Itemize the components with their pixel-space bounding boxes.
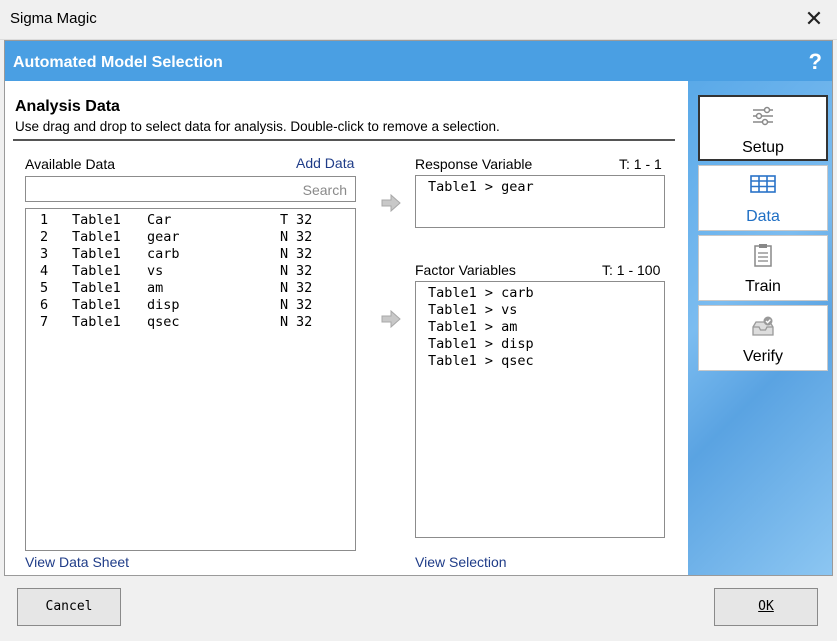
list-item-n: 7 <box>40 314 49 330</box>
dialog-frame: Automated Model Selection ? Analysis Dat… <box>4 40 833 576</box>
list-item-type: N <box>280 246 289 262</box>
list-item-col: gear <box>147 229 180 245</box>
nav-verify-label: Verify <box>742 348 783 365</box>
list-item-count: 32 <box>296 212 313 228</box>
section-description: Use drag and drop to select data for ana… <box>15 119 500 134</box>
selected-variable-item[interactable]: Table1 > carb <box>428 285 534 302</box>
list-item[interactable]: 1 Table1 Car T 32 <box>26 212 355 229</box>
list-item-col: vs <box>147 263 164 279</box>
cancel-button[interactable]: Cancel <box>17 588 121 626</box>
list-item-count: 32 <box>296 297 313 313</box>
list-item-type: N <box>280 263 289 279</box>
factor-variables-label: Factor Variables <box>415 262 516 278</box>
factor-range-label: T: 1 - 100 <box>602 262 661 278</box>
nav-verify-button[interactable]: Verify <box>698 305 828 371</box>
inbox-check-icon <box>752 316 774 336</box>
dialog-header: Automated Model Selection ? <box>5 41 832 81</box>
list-item-table: Table1 <box>72 246 121 262</box>
section-title: Analysis Data <box>15 98 120 115</box>
table-icon <box>750 175 776 193</box>
ok-button[interactable]: OK <box>714 588 818 626</box>
nav-train-button[interactable]: Train <box>698 235 828 301</box>
nav-train-label: Train <box>745 278 781 295</box>
move-to-factors-arrow-icon[interactable] <box>381 310 401 328</box>
list-item-col: carb <box>147 246 180 262</box>
list-item[interactable]: 5 Table1 am N 32 <box>26 280 355 297</box>
sliders-icon <box>753 106 773 126</box>
available-data-list[interactable]: 1 Table1 Car T 32 2 Table1 gear N 32 3 Table1 carb N 3… <box>25 208 356 551</box>
list-item[interactable]: 4 Table1 vs N 32 <box>26 263 355 280</box>
response-range-label: T: 1 - 1 <box>619 156 662 172</box>
dialog-title: Automated Model Selection <box>13 54 223 71</box>
view-data-sheet-link[interactable]: View Data Sheet <box>25 554 129 570</box>
list-item-col: qsec <box>147 314 180 330</box>
list-item-count: 32 <box>296 280 313 296</box>
main-panel: Analysis Data Use drag and drop to selec… <box>5 81 688 575</box>
response-variable-label: Response Variable <box>415 156 533 172</box>
list-item-count: 32 <box>296 263 313 279</box>
list-item-table: Table1 <box>72 280 121 296</box>
list-item-table: Table1 <box>72 229 121 245</box>
list-item-table: Table1 <box>72 263 121 279</box>
list-item-count: 32 <box>296 229 313 245</box>
list-item-n: 1 <box>40 212 49 228</box>
list-item-n: 5 <box>40 280 49 296</box>
list-item-table: Table1 <box>72 212 121 228</box>
list-item[interactable]: 7 Table1 qsec N 32 <box>26 314 355 331</box>
response-variable-list[interactable]: Table1 > gear <box>415 175 665 228</box>
list-item-type: T <box>280 212 289 228</box>
selected-variable-item[interactable]: Table1 > vs <box>428 302 517 319</box>
nav-setup-button[interactable]: Setup <box>698 95 828 161</box>
help-icon[interactable]: ? <box>809 49 822 75</box>
nav-data-label: Data <box>746 208 780 225</box>
selected-variable-item[interactable]: Table1 > qsec <box>428 353 534 370</box>
list-item-table: Table1 <box>72 314 121 330</box>
list-item[interactable]: 3 Table1 carb N 32 <box>26 246 355 263</box>
selected-variable-item[interactable]: Table1 > gear <box>428 179 534 196</box>
factor-variables-list[interactable]: Table1 > carb Table1 > vs Table1 > am Table… <box>415 281 665 538</box>
nav-panel: Setup Data Train Verify <box>688 81 832 575</box>
add-data-link[interactable]: Add Data <box>296 155 354 171</box>
search-input[interactable]: Search <box>25 176 356 202</box>
list-item-n: 2 <box>40 229 49 245</box>
list-item-col: disp <box>147 297 180 313</box>
list-item-col: am <box>147 280 164 296</box>
nav-data-button[interactable]: Data <box>698 165 828 231</box>
selected-variable-item[interactable]: Table1 > disp <box>428 336 534 353</box>
list-item-n: 6 <box>40 297 49 313</box>
selected-variable-item[interactable]: Table1 > am <box>428 319 517 336</box>
nav-setup-label: Setup <box>742 139 784 156</box>
list-item-col: Car <box>147 212 172 228</box>
clipboard-icon <box>754 244 772 267</box>
list-item-n: 3 <box>40 246 49 262</box>
move-to-response-arrow-icon[interactable] <box>381 194 401 212</box>
list-item-type: N <box>280 280 289 296</box>
available-data-label: Available Data <box>25 156 116 172</box>
search-placeholder: Search <box>302 182 347 198</box>
dialog-footer: Cancel OK <box>0 576 837 641</box>
view-selection-link[interactable]: View Selection <box>415 554 507 570</box>
list-item-type: N <box>280 314 289 330</box>
list-item-n: 4 <box>40 263 49 279</box>
list-item-table: Table1 <box>72 297 121 313</box>
list-item[interactable]: 2 Table1 gear N 32 <box>26 229 355 246</box>
list-item-count: 32 <box>296 314 313 330</box>
list-item[interactable]: 6 Table1 disp N 32 <box>26 297 355 314</box>
list-item-count: 32 <box>296 246 313 262</box>
list-item-type: N <box>280 229 289 245</box>
section-divider <box>13 139 675 141</box>
list-item-type: N <box>280 297 289 313</box>
close-icon[interactable]: ✕ <box>801 6 827 32</box>
window-titlebar: Sigma Magic ✕ <box>0 0 837 40</box>
window-title: Sigma Magic <box>10 10 97 27</box>
